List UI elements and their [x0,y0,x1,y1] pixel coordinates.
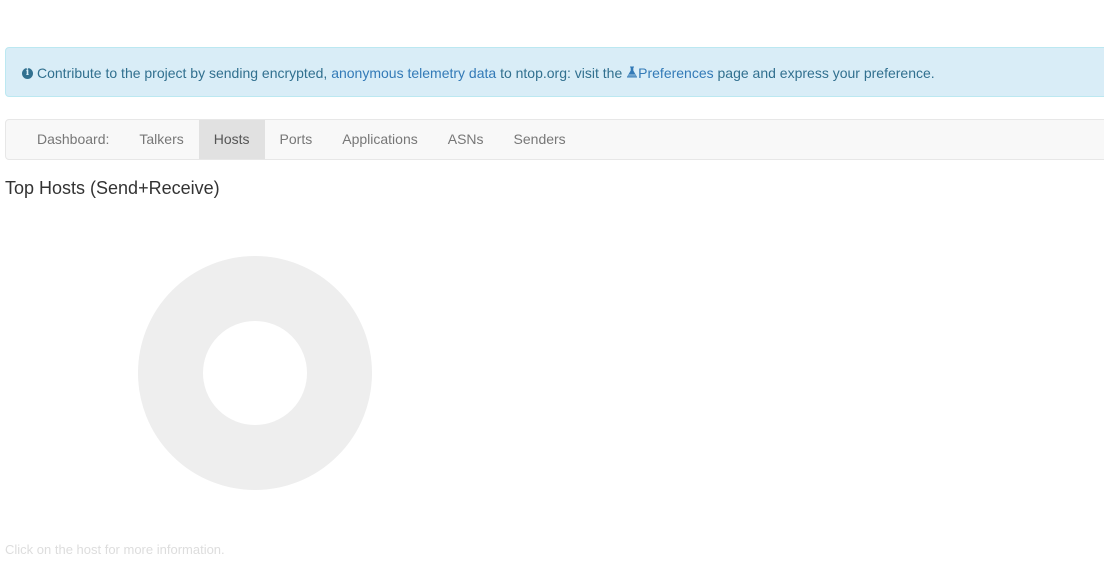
section-title: Top Hosts (Send+Receive) [5,178,220,198]
preferences-link[interactable]: Preferences [626,65,714,81]
page: i Contribute to the project by sending en… [0,0,1104,566]
telemetry-alert: i Contribute to the project by sending en… [5,47,1104,97]
tab-ports[interactable]: Ports [265,120,328,159]
tab-talkers[interactable]: Talkers [124,120,198,159]
preferences-link-label: Preferences [638,65,714,81]
alert-text-after: page and express your preference. [717,65,935,81]
flask-icon [627,66,638,78]
telemetry-link[interactable]: anonymous telemetry data [331,65,496,81]
alert-text-before: Contribute to the project by sending enc… [37,65,328,81]
dashboard-navbar: Dashboard: Talkers Hosts Ports Applicati… [5,119,1104,160]
tab-asns[interactable]: ASNs [433,120,499,159]
tab-senders[interactable]: Senders [499,120,581,159]
tab-hosts[interactable]: Hosts [198,120,265,159]
donut-empty-ring [138,256,372,490]
footnote: Click on the host for more information. [5,542,225,557]
info-circle-icon: i [22,67,33,79]
dashboard-label: Dashboard: [37,131,110,147]
top-hosts-donut-chart[interactable] [138,256,372,490]
alert-text-middle: to ntop.org: visit the [500,65,623,81]
tab-applications[interactable]: Applications [327,120,433,159]
